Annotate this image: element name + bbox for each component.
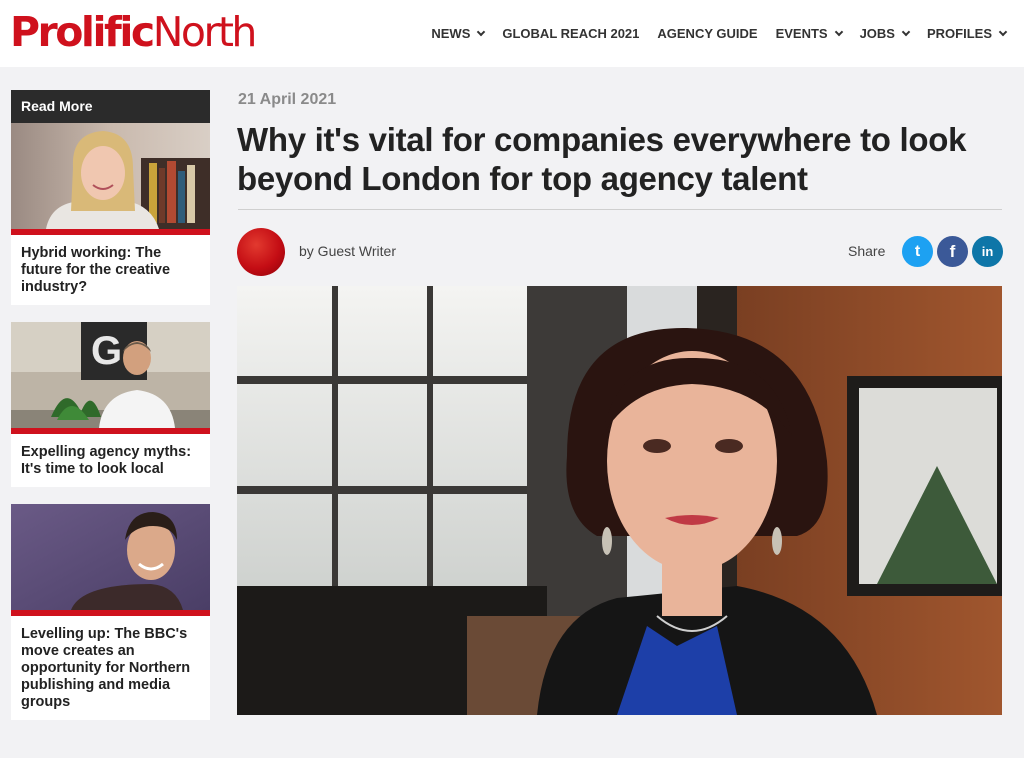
nav-item-events[interactable]: EVENTS xyxy=(775,26,843,41)
nav-item-global-reach[interactable]: GLOBAL REACH 2021 xyxy=(502,26,639,41)
author-avatar[interactable] xyxy=(237,228,285,276)
card-title[interactable]: Expelling agency myths: It's time to loo… xyxy=(11,434,210,487)
article-thumbnail[interactable] xyxy=(11,123,210,229)
thumbnail-photo-man-purple xyxy=(11,504,210,610)
logo-part-1: Prolific xyxy=(10,8,155,56)
linkedin-icon: in xyxy=(981,244,994,259)
nav-label: NEWS xyxy=(431,26,471,41)
logo-part-2: North xyxy=(152,8,258,56)
sidebar-article-card[interactable]: Levelling up: The BBC's move creates an … xyxy=(11,504,210,720)
hero-photo-woman xyxy=(237,286,1002,715)
share-label: Share xyxy=(848,243,886,259)
twitter-icon: t xyxy=(914,243,921,260)
nav-label: PROFILES xyxy=(926,26,992,41)
thumbnail-photo-man-logo: G xyxy=(11,322,210,428)
article-date: 21 April 2021 xyxy=(238,91,337,108)
nav-label: EVENTS xyxy=(775,26,828,41)
thumbnail-photo-woman xyxy=(11,123,210,229)
card-title[interactable]: Levelling up: The BBC's move creates an … xyxy=(11,616,210,720)
sidebar-article-card[interactable]: Hybrid working: The future for the creat… xyxy=(11,123,210,305)
card-title[interactable]: Hybrid working: The future for the creat… xyxy=(11,235,210,305)
sidebar-article-card[interactable]: G Expelling agency myths: It's time to l… xyxy=(11,322,210,487)
article-headline: Why it's vital for companies everywhere … xyxy=(237,121,967,197)
nav-item-news[interactable]: NEWS xyxy=(431,26,486,41)
article-thumbnail[interactable]: G xyxy=(11,322,210,428)
nav-label: GLOBAL REACH 2021 xyxy=(502,26,640,41)
nav-item-profiles[interactable]: PROFILES xyxy=(926,26,1008,41)
chevron-down-icon xyxy=(901,27,911,36)
headline-divider xyxy=(238,209,1002,210)
nav-item-jobs[interactable]: JOBS xyxy=(859,26,911,41)
article-hero-image xyxy=(237,286,1002,715)
site-logo[interactable]: ProlificNorth xyxy=(10,6,258,58)
nav-label: JOBS xyxy=(859,26,895,41)
chevron-down-icon xyxy=(998,27,1008,36)
read-more-sidebar: Read More Hybrid working: The future for… xyxy=(11,90,210,737)
chevron-down-icon xyxy=(477,27,486,36)
chevron-down-icon xyxy=(834,27,843,36)
author-byline[interactable]: by Guest Writer xyxy=(299,243,396,259)
nav-item-agency-guide[interactable]: AGENCY GUIDE xyxy=(657,26,757,41)
svg-text:G: G xyxy=(91,329,122,373)
read-more-heading: Read More xyxy=(11,90,210,123)
twitter-share-button[interactable]: t xyxy=(902,236,933,267)
main-nav: NEWS GLOBAL REACH 2021 AGENCY GUIDE EVEN… xyxy=(413,0,1008,67)
site-header: ProlificNorth NEWS GLOBAL REACH 2021 AGE… xyxy=(0,0,1024,67)
article-thumbnail[interactable] xyxy=(11,504,210,610)
nav-label: AGENCY GUIDE xyxy=(657,26,758,41)
facebook-icon: f xyxy=(949,242,956,261)
linkedin-share-button[interactable]: in xyxy=(972,236,1003,267)
facebook-share-button[interactable]: f xyxy=(937,236,968,267)
